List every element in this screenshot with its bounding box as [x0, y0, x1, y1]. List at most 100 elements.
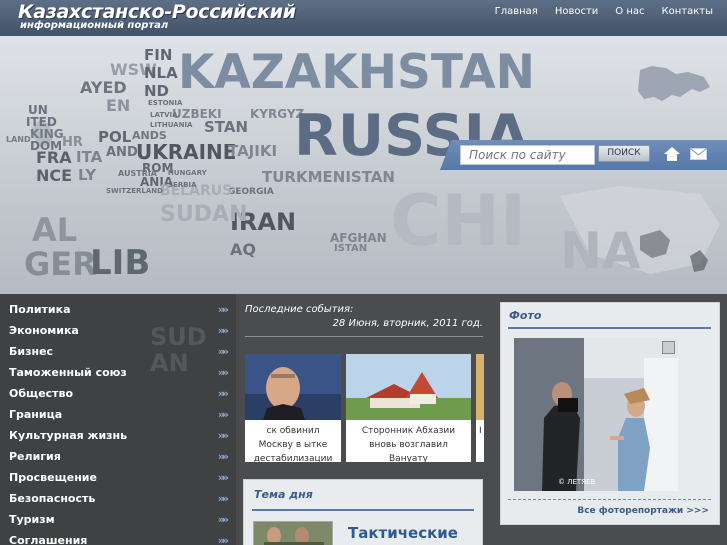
sidebar-item-politics[interactable]: Политика »» [0, 299, 236, 320]
search-button[interactable]: ПОИСК [598, 145, 650, 162]
photo-divider [508, 327, 711, 329]
topic-of-day-box: Тема дня Тактические [243, 479, 483, 545]
events-divider [245, 336, 483, 337]
hero-headline-kazakhstan: KAZAKHSTAN [178, 45, 535, 100]
sidebar-item-education[interactable]: Просвещение »» [0, 467, 236, 488]
topic-of-day-title: Тема дня [254, 488, 313, 501]
sidebar-item-label: Просвещение [9, 471, 97, 484]
events-date: 28 Июня, вторник, 2011 год. [332, 318, 483, 329]
double-chevron-icon: »» [217, 492, 229, 505]
word-cloud-item: GEORGIA [228, 187, 274, 197]
double-chevron-icon: »» [217, 534, 229, 545]
sidebar-item-label: Бизнес [9, 345, 54, 358]
word-cloud-item: LY [78, 166, 97, 184]
sidebar-item-label: Культурная жизнь [9, 429, 128, 442]
word-cloud-item: ITA [76, 148, 103, 166]
word-cloud-item: AQ [230, 240, 256, 259]
word-cloud-item: LIB [90, 243, 151, 283]
word-cloud-item: SERBIA [168, 181, 197, 189]
double-chevron-icon: »» [217, 324, 229, 337]
mail-icon[interactable] [690, 148, 707, 160]
double-chevron-icon: »» [217, 408, 229, 421]
word-cloud-item: FRA [36, 148, 72, 167]
topic-thumbnail[interactable] [253, 521, 333, 545]
top-nav-home[interactable]: Главная [495, 6, 538, 17]
photo-panel-title: Фото [509, 309, 542, 322]
word-cloud-item: EN [106, 96, 131, 115]
topic-headline[interactable]: Тактические [348, 524, 458, 542]
double-chevron-icon: »» [217, 303, 229, 316]
sidebar-item-economy[interactable]: Экономика »» [0, 320, 236, 341]
word-cloud-item: LAND [6, 135, 31, 144]
sidebar-item-label: Таможенный союз [9, 366, 127, 379]
word-cloud-item: ND [144, 82, 170, 100]
news-card[interactable]: Сторонник Абхазии вновь возглавил Вануат… [346, 354, 471, 462]
sidebar-item-culture[interactable]: Культурная жизнь »» [0, 425, 236, 446]
word-cloud-item: AND [106, 145, 138, 160]
pause-icon[interactable] [662, 341, 675, 354]
news-photo [476, 354, 484, 420]
search-input[interactable] [460, 145, 595, 165]
top-nav: Главная Новости О нас Контакты [478, 6, 713, 17]
word-cloud-item: HUNGARY [168, 169, 207, 177]
sidebar-nav: SUD AN Политика »» Экономика »» Бизнес »… [0, 294, 236, 545]
sidebar-item-label: Политика [9, 303, 71, 316]
top-nav-news[interactable]: Новости [555, 6, 598, 17]
top-nav-contacts[interactable]: Контакты [662, 6, 713, 17]
photo-image: © ЛЕТЯЕВ [514, 338, 678, 491]
sidebar-item-society[interactable]: Общество »» [0, 383, 236, 404]
top-nav-about[interactable]: О нас [615, 6, 644, 17]
word-cloud-item: TAJIKI [228, 142, 278, 160]
double-chevron-icon: »» [217, 429, 229, 442]
topic-divider [252, 509, 474, 511]
word-cloud-item: GER [24, 245, 97, 283]
news-caption: ск обвинил Москву в ытке дестабилизации … [253, 426, 333, 462]
photo-panel: Фото © ЛЕТЯЕВ Все фоторепортажи >>> [500, 302, 720, 525]
word-cloud-item: AL [32, 211, 78, 249]
news-card[interactable]: ск обвинил Москву в ытке дестабилизации … [245, 354, 341, 462]
sidebar-item-label: Соглашения [9, 534, 88, 545]
top-bar: Казахстанско-Российский информационный п… [0, 0, 727, 36]
news-caption: I [479, 426, 482, 436]
sidebar-item-agreements[interactable]: Соглашения »» [0, 530, 236, 545]
word-cloud-item: FIN [144, 46, 173, 64]
word-cloud-item: LATVIA [150, 111, 178, 119]
photo-dashed-divider [508, 499, 711, 500]
double-chevron-icon: »» [217, 387, 229, 400]
topic-photo [254, 522, 332, 545]
sidebar-item-business[interactable]: Бизнес »» [0, 341, 236, 362]
site-subtitle: информационный портал [20, 20, 169, 31]
sidebar-item-customs-union[interactable]: Таможенный союз »» [0, 362, 236, 383]
all-photo-reports-link[interactable]: Все фоторепортажи >>> [577, 506, 709, 516]
word-cloud-item: NA [560, 222, 641, 280]
events-label: Последние события: [245, 304, 354, 315]
sidebar-item-label: Общество [9, 387, 74, 400]
sidebar-item-border[interactable]: Граница »» [0, 404, 236, 425]
word-cloud-item: ESTONIA [148, 99, 183, 107]
word-cloud-item: LITHUANIA [150, 121, 193, 129]
double-chevron-icon: »» [217, 450, 229, 463]
word-cloud-item: SWITZERLAND [106, 187, 163, 195]
sidebar-item-label: Религия [9, 450, 61, 463]
sidebar-item-religion[interactable]: Религия »» [0, 446, 236, 467]
word-cloud-item: NCE [36, 166, 73, 185]
double-chevron-icon: »» [217, 366, 229, 379]
word-cloud-item: STAN [204, 118, 249, 136]
sidebar-item-label: Граница [9, 408, 63, 421]
sidebar-item-security[interactable]: Безопасность »» [0, 488, 236, 509]
home-icon[interactable] [664, 147, 680, 161]
double-chevron-icon: »» [217, 513, 229, 526]
sidebar-item-label: Экономика [9, 324, 79, 337]
word-cloud-item: SUDAN [160, 202, 248, 227]
news-caption: Сторонник Абхазии вновь возглавил Вануат… [361, 426, 456, 462]
news-photo [245, 354, 341, 420]
photo-watermark: © ЛЕТЯЕВ [558, 478, 595, 486]
photo-slideshow[interactable]: © ЛЕТЯЕВ [514, 338, 678, 491]
news-photo [346, 354, 471, 420]
word-cloud-item: NLA [144, 64, 178, 82]
sidebar-item-tourism[interactable]: Туризм »» [0, 509, 236, 530]
news-card[interactable]: I [476, 354, 484, 462]
word-cloud-item: ISTAN [334, 243, 368, 254]
word-cloud-item: POL [98, 128, 132, 146]
word-cloud-item: CHI [390, 180, 527, 262]
